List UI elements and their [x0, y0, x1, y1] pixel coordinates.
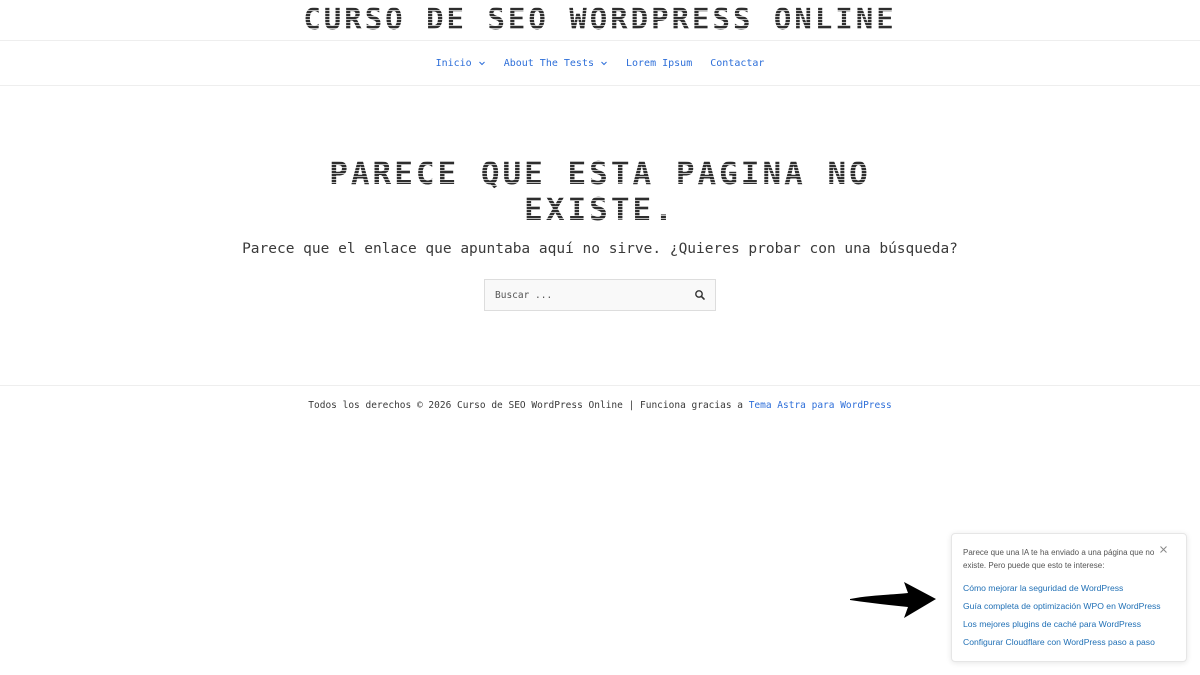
ai-suggestion-list: Cómo mejorar la seguridad de WordPress G… [963, 579, 1183, 651]
header-divider [0, 40, 1200, 41]
nav-item-contactar[interactable]: Contactar [701, 58, 773, 69]
chevron-down-icon [600, 59, 608, 67]
nav-item-about-the-tests[interactable]: About The Tests [495, 58, 617, 69]
error-description: Parece que el enlace que apuntaba aquí n… [242, 241, 958, 257]
error-title: PARECE QUE ESTA PAGINA NO EXISTE. [260, 156, 940, 228]
site-header: CURSO DE SEO WORDPRESS ONLINE Inicio Abo… [0, 0, 1200, 86]
search-form [484, 279, 716, 311]
nav-item-inicio[interactable]: Inicio [427, 58, 495, 69]
copyright-text: Todos los derechos © 2026 Curso de SEO W… [308, 400, 749, 411]
ai-suggestion-link[interactable]: Configurar Cloudflare con WordPress paso… [963, 633, 1183, 651]
nav-item-label: Inicio [435, 57, 472, 69]
ai-suggestions-widget: Parece que una IA te ha enviado a una pá… [951, 533, 1187, 662]
search-input[interactable] [485, 280, 685, 310]
search-icon [695, 290, 705, 300]
main-nav: Inicio About The Tests Lorem Ipsum Conta… [0, 52, 1200, 74]
site-title[interactable]: CURSO DE SEO WORDPRESS ONLINE [0, 2, 1200, 36]
ai-widget-message: Parece que una IA te ha enviado a una pá… [963, 548, 1155, 570]
search-button[interactable] [693, 288, 707, 302]
ai-suggestion-link[interactable]: Los mejores plugins de caché para WordPr… [963, 615, 1183, 633]
site-footer: Todos los derechos © 2026 Curso de SEO W… [0, 400, 1200, 411]
nav-item-label: About The Tests [503, 57, 594, 69]
header-bottom-border [0, 85, 1200, 86]
nav-item-lorem-ipsum[interactable]: Lorem Ipsum [617, 58, 701, 69]
nav-item-label: Lorem Ipsum [626, 57, 693, 69]
nav-item-label: Contactar [710, 57, 765, 69]
arrow-right-icon [850, 582, 936, 618]
ai-suggestion-link[interactable]: Guía completa de optimización WPO en Wor… [963, 597, 1183, 615]
chevron-down-icon [478, 59, 486, 67]
theme-link[interactable]: Tema Astra para WordPress [749, 400, 892, 411]
ai-suggestion-link[interactable]: Cómo mejorar la seguridad de WordPress [963, 579, 1183, 597]
footer-divider [0, 385, 1200, 386]
